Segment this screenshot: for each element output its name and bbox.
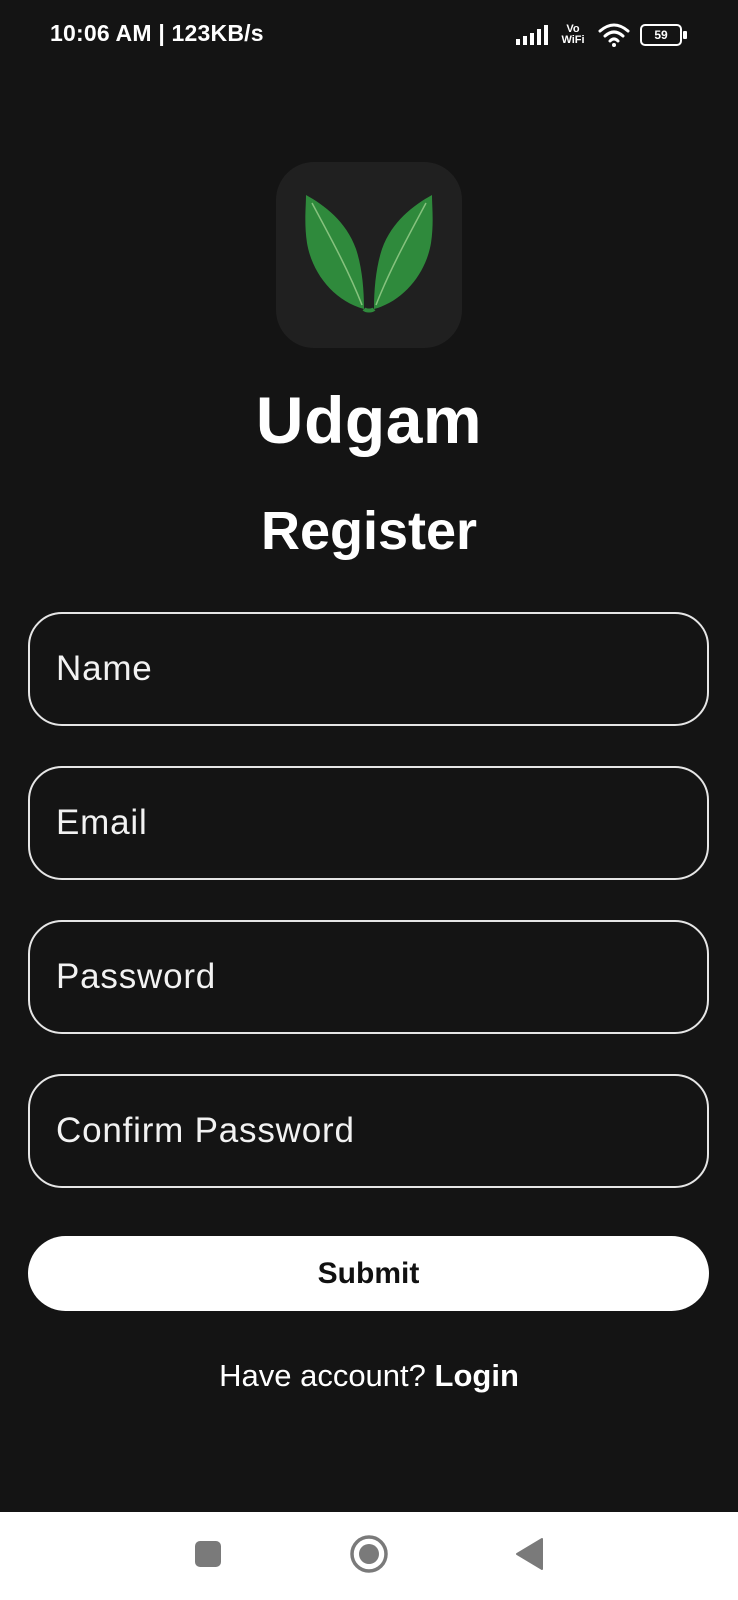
- confirm-password-field[interactable]: [28, 1074, 709, 1188]
- status-bar: 10:06 AM | 123KB/s Vo WiFi 59: [0, 0, 738, 70]
- home-circle-icon: [349, 1534, 389, 1579]
- app-logo: [276, 162, 462, 348]
- login-link[interactable]: Login: [435, 1358, 519, 1393]
- vowifi-icon: Vo WiFi: [558, 24, 588, 46]
- name-input[interactable]: [54, 648, 707, 690]
- password-input[interactable]: [54, 956, 707, 998]
- submit-button[interactable]: Submit: [28, 1236, 709, 1311]
- confirm-password-input[interactable]: [54, 1110, 707, 1152]
- home-button[interactable]: [347, 1534, 391, 1578]
- signal-icon: [516, 25, 548, 45]
- recents-button[interactable]: [186, 1534, 230, 1578]
- name-field[interactable]: [28, 612, 709, 726]
- email-field[interactable]: [28, 766, 709, 880]
- vowifi-bottom: WiFi: [561, 34, 585, 46]
- status-time-speed: 10:06 AM | 123KB/s: [50, 20, 264, 46]
- email-input[interactable]: [54, 802, 707, 844]
- battery-level: 59: [654, 28, 668, 42]
- login-prompt-row: Have account? Login: [0, 1358, 738, 1394]
- recents-square-icon: [193, 1539, 223, 1574]
- password-field[interactable]: [28, 920, 709, 1034]
- status-icons: Vo WiFi 59: [516, 18, 688, 52]
- back-button[interactable]: [507, 1534, 551, 1578]
- page-title: Register: [260, 501, 478, 561]
- system-nav-bar: [0, 1512, 738, 1600]
- wifi-icon: [598, 23, 630, 47]
- battery-icon: 59: [640, 24, 688, 46]
- have-account-text: Have account?: [219, 1358, 426, 1393]
- app-name: Udgam: [255, 383, 483, 457]
- back-triangle-icon: [514, 1537, 544, 1576]
- leaf-logo-icon: [304, 193, 434, 318]
